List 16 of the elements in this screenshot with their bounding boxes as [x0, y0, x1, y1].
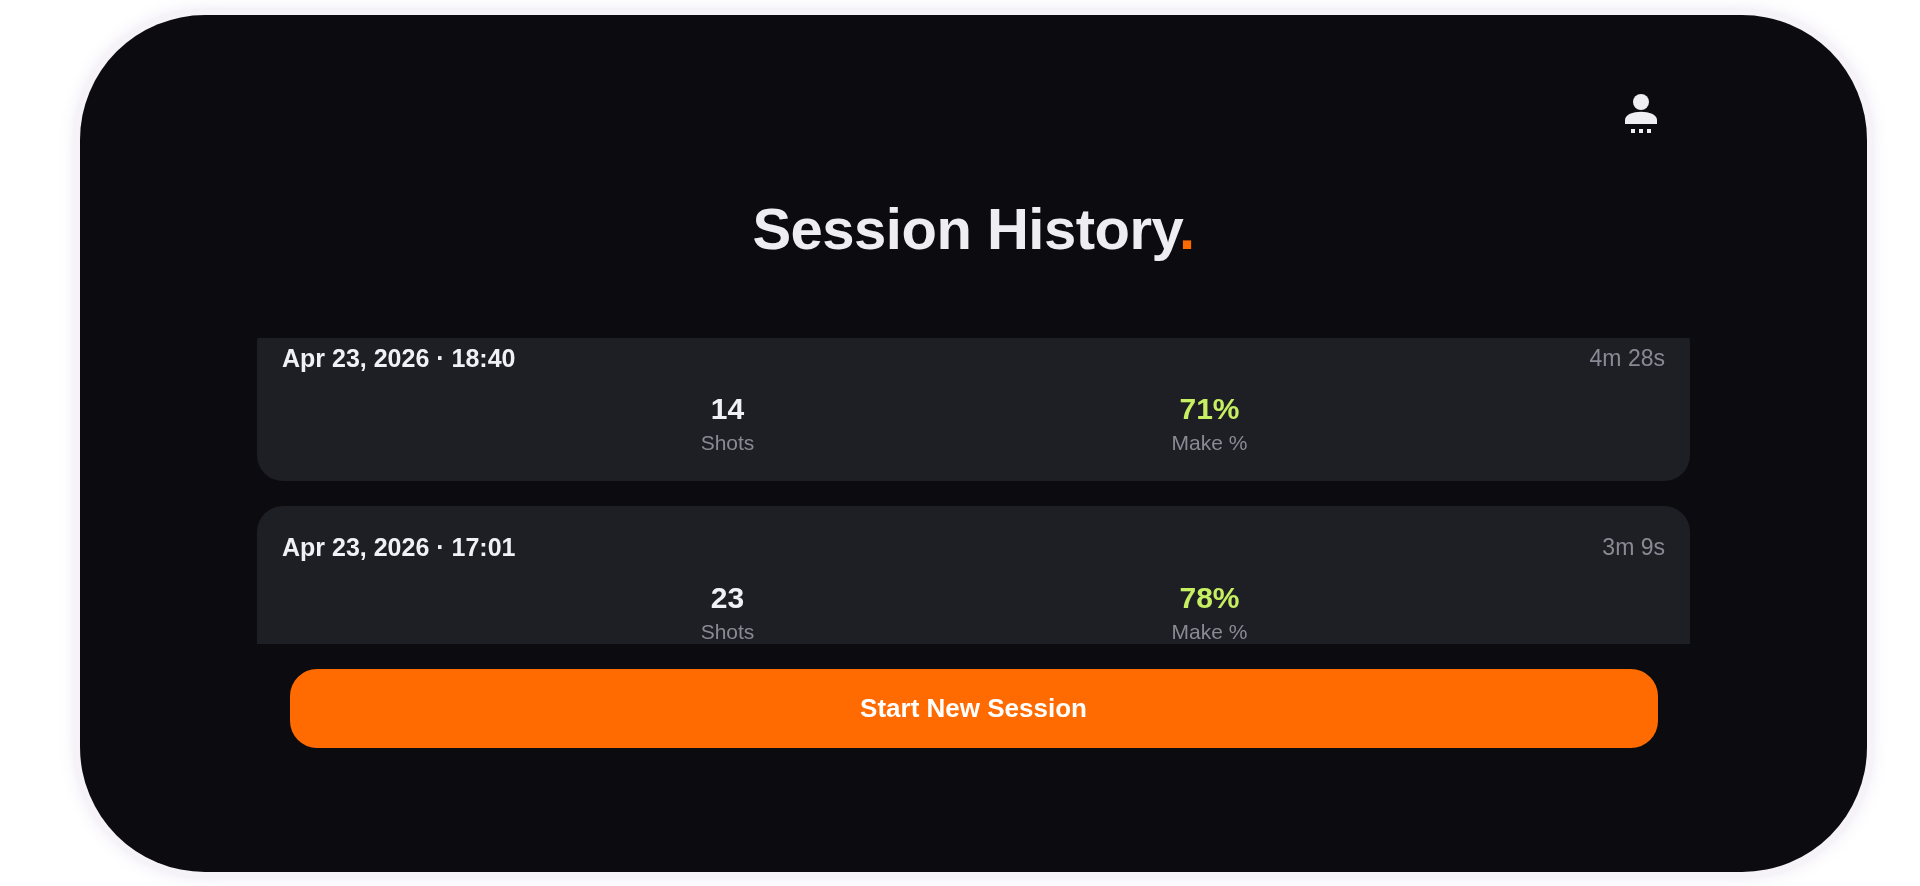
session-duration: 4m 28s [1589, 344, 1665, 373]
session-card[interactable]: Apr 23, 2026 · 18:40 4m 28s 14 Shots 71% Make % [257, 338, 1690, 481]
stat-label: Shots [700, 619, 755, 644]
page-title: Session History. [752, 195, 1195, 263]
stat-label: Make % [1171, 619, 1248, 644]
session-date: Apr 23, 2026 · 18:40 [282, 343, 516, 373]
session-date: Apr 23, 2026 · 17:01 [282, 532, 516, 562]
stat-value: 71% [1179, 391, 1240, 427]
stat-value: 23 [710, 580, 745, 616]
session-duration: 3m 9s [1602, 533, 1665, 562]
stat-value: 14 [710, 391, 745, 427]
person-icon[interactable] [1625, 94, 1657, 134]
stat-label: Make % [1171, 430, 1248, 456]
session-card[interactable]: Apr 23, 2026 · 17:01 3m 9s 23 Shots 78% Make % [257, 506, 1690, 644]
stat-value: 78% [1179, 580, 1240, 616]
stat-label: Shots [700, 430, 755, 456]
